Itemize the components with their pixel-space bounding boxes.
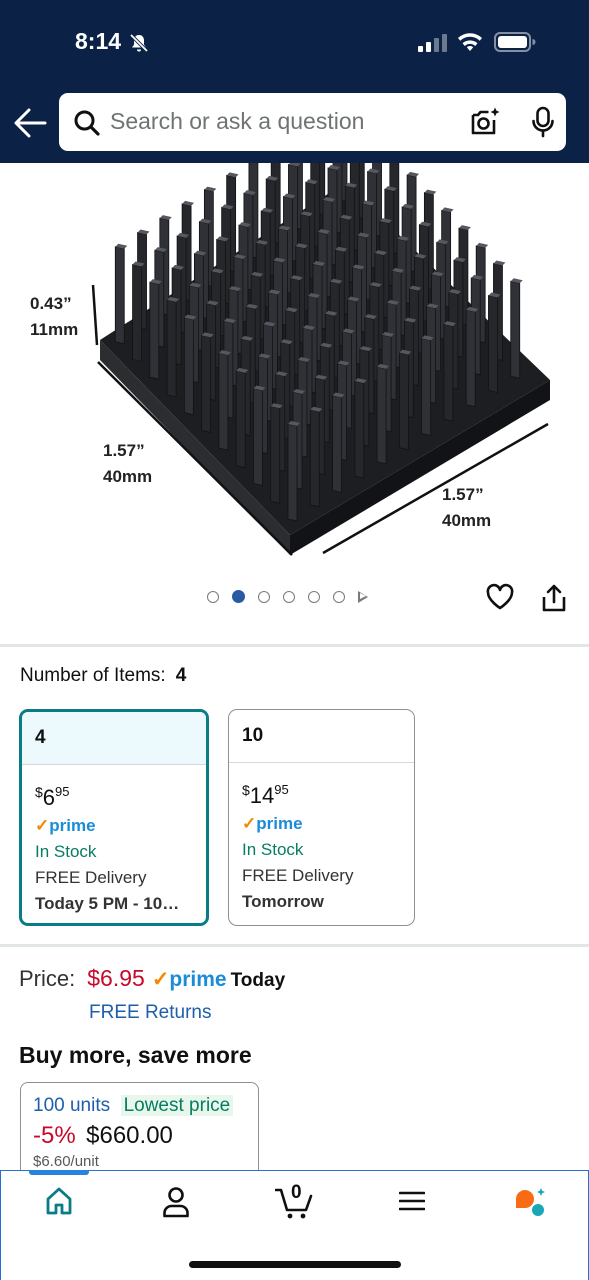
- variation-option-10[interactable]: 10 $1495 ✓prime In Stock FREE Delivery T…: [228, 709, 415, 926]
- heart-icon[interactable]: [485, 583, 515, 611]
- video-play-icon[interactable]: [358, 590, 368, 603]
- delivery-label: FREE Delivery: [242, 866, 354, 885]
- delivery-date: Today 5 PM - 10…: [35, 894, 180, 913]
- price-label: Price:: [19, 966, 76, 991]
- price-row: Price: $6.95 ✓prime Today: [19, 965, 285, 992]
- dimension-depth: 1.57” 40mm: [103, 441, 153, 486]
- delivery-when: Today: [230, 970, 286, 991]
- carousel-dot[interactable]: [258, 590, 270, 603]
- account-icon[interactable]: [162, 1186, 190, 1218]
- heatsink-fin: [510, 280, 521, 379]
- heatsink-fin: [149, 281, 160, 380]
- battery-icon: [494, 32, 536, 52]
- heatsink-fin: [376, 366, 387, 465]
- heatsink-fin: [488, 295, 498, 394]
- carousel-dot[interactable]: [333, 590, 345, 603]
- active-tab-indicator: [29, 1170, 89, 1175]
- heatsink-fin: [183, 317, 194, 416]
- variation-price: $1495: [242, 782, 289, 808]
- home-indicator: [189, 1261, 401, 1268]
- bell-muted-icon: [129, 33, 149, 53]
- stock-status: In Stock: [242, 840, 304, 859]
- delivery-label: FREE Delivery: [35, 868, 147, 887]
- heatsink-fin: [201, 334, 212, 433]
- heatsink-fin: [398, 352, 409, 451]
- delivery-date: Tomorrow: [242, 892, 324, 911]
- carousel-dot[interactable]: [283, 590, 295, 603]
- camera-search-icon[interactable]: [469, 106, 501, 138]
- carousel-dot-active[interactable]: [232, 590, 245, 603]
- section-divider: [0, 944, 589, 947]
- heatsink-fin: [465, 309, 476, 408]
- search-icon: [74, 110, 100, 136]
- prime-badge: ✓prime: [35, 816, 96, 835]
- search-placeholder: Search or ask a question: [110, 108, 365, 134]
- rufus-assistant-icon[interactable]: [513, 1187, 547, 1219]
- status-time: 8:14: [75, 28, 122, 54]
- cart-count: 0: [291, 1182, 302, 1203]
- back-arrow-icon[interactable]: [12, 106, 48, 140]
- heatsink-fin: [253, 388, 263, 487]
- tier-price: $660.00: [86, 1122, 173, 1149]
- heatsink-fin: [166, 299, 177, 398]
- variation-price: $695: [35, 784, 70, 810]
- cellular-signal-icon: [418, 34, 447, 52]
- image-carousel-dots[interactable]: [207, 590, 368, 603]
- heatsink-fin: [270, 405, 281, 504]
- microphone-icon[interactable]: [531, 106, 555, 138]
- heatsink-fin: [309, 409, 320, 508]
- tier-units: 100 units: [33, 1095, 111, 1116]
- carousel-dot[interactable]: [207, 590, 219, 603]
- menu-icon[interactable]: [399, 1186, 425, 1216]
- heatsink-illustration: [91, 163, 550, 556]
- carousel-dot[interactable]: [308, 590, 320, 603]
- heatsink-fin: [354, 380, 365, 479]
- variation-label: Number of Items: 4: [20, 665, 187, 686]
- heatsink-fin: [287, 423, 298, 522]
- variation-title: 10: [229, 710, 414, 763]
- home-icon[interactable]: [45, 1186, 73, 1216]
- heatsink-fin: [421, 337, 432, 436]
- tier-discount: -5%: [33, 1122, 76, 1149]
- cart-button[interactable]: 0: [275, 1182, 315, 1220]
- heatsink-fin: [132, 263, 142, 362]
- free-returns-link[interactable]: FREE Returns: [89, 1002, 211, 1024]
- heatsink-fin: [218, 352, 229, 451]
- heatsink-fin: [235, 370, 246, 469]
- buy-more-heading: Buy more, save more: [19, 1042, 252, 1068]
- price-value: $6.95: [87, 965, 145, 991]
- stock-status: In Stock: [35, 842, 97, 861]
- wifi-icon: [458, 33, 482, 51]
- product-image[interactable]: 0.43” 11mm 1.57” 40mm 1.57” 40mm: [0, 163, 589, 583]
- section-divider: [0, 644, 589, 647]
- heatsink-fin: [443, 323, 454, 422]
- prime-badge: ✓prime: [151, 968, 227, 991]
- dimension-width: 1.57” 40mm: [442, 485, 492, 530]
- heatsink-fins: [114, 163, 523, 522]
- variation-option-4[interactable]: 4 $695 ✓prime In Stock FREE Delivery Tod…: [19, 709, 209, 926]
- tier-unit-price: $6.60/unit: [33, 1153, 99, 1170]
- prime-badge: ✓prime: [242, 814, 303, 833]
- heatsink-fin: [114, 246, 125, 345]
- share-icon[interactable]: [541, 583, 567, 613]
- heatsink-fin: [332, 394, 342, 493]
- dimension-height: 0.43” 11mm: [30, 294, 79, 339]
- lowest-price-badge: Lowest price: [120, 1095, 234, 1116]
- search-input[interactable]: Search or ask a question: [59, 93, 566, 151]
- variation-title: 4: [22, 712, 206, 765]
- app-header: 8:14 Search or ask a question: [0, 0, 589, 163]
